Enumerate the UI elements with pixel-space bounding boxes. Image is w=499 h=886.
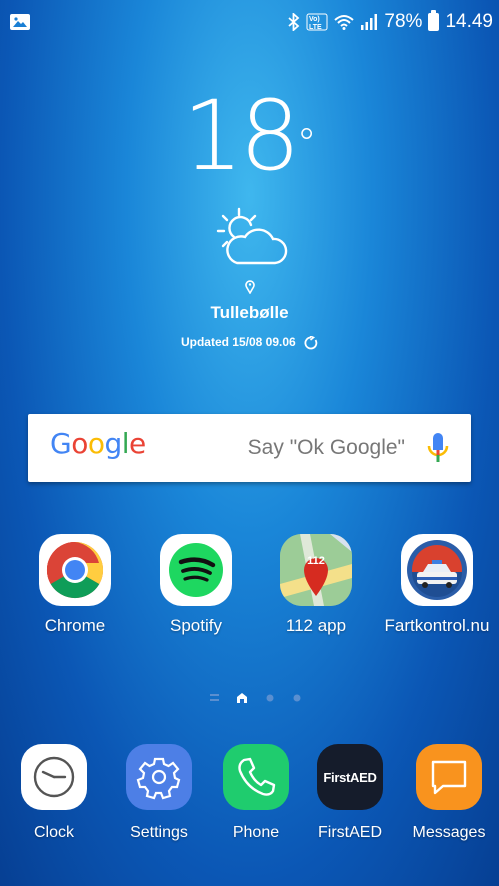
- app-label: 112 app: [285, 616, 347, 635]
- app-112[interactable]: 112 112 app: [261, 534, 371, 636]
- spotify-icon: [160, 534, 232, 606]
- clock-time: 14.49: [445, 11, 493, 32]
- settings-gear-icon: [126, 744, 192, 810]
- app-label: Messages: [412, 824, 486, 841]
- app-label: Chrome: [44, 616, 106, 635]
- signal-icon: [361, 14, 378, 30]
- page-dot: [266, 694, 274, 702]
- app-label: FirstAED: [318, 824, 382, 841]
- messages-icon: [416, 744, 482, 810]
- chrome-icon: [39, 534, 111, 606]
- app-fartkontrol[interactable]: Fartkontrol.nu: [382, 534, 492, 636]
- dock-messages[interactable]: Messages: [403, 744, 495, 842]
- app-label: Fartkontrol.nu: [384, 616, 490, 635]
- dock-phone[interactable]: Phone: [210, 744, 302, 842]
- google-logo: Google: [50, 427, 146, 460]
- phone-icon: [223, 744, 289, 810]
- svg-text:112: 112: [307, 555, 325, 567]
- search-hint: Say "Ok Google": [247, 436, 405, 459]
- app-label: Clock: [33, 824, 74, 841]
- app-label: Settings: [130, 824, 188, 841]
- battery-percent: 78%: [384, 11, 423, 32]
- google-search-bar[interactable]: Google Say "Ok Google": [28, 414, 471, 482]
- status-bar: Vo) LTE 78% 14.49: [0, 0, 499, 44]
- menu-page-icon: [210, 694, 219, 701]
- volte-icon: Vo) LTE: [306, 13, 328, 31]
- firstaed-icon: FirstAED: [317, 744, 383, 810]
- gallery-notification-icon: [10, 14, 30, 30]
- app-label: Spotify: [170, 616, 222, 635]
- page-indicator[interactable]: [0, 688, 499, 708]
- app-chrome[interactable]: Chrome: [20, 534, 130, 636]
- app-label: Phone: [232, 824, 280, 841]
- partly-sunny-icon: [216, 207, 288, 265]
- battery-icon: [428, 10, 440, 31]
- dock-clock[interactable]: Clock: [8, 744, 100, 842]
- app-spotify[interactable]: Spotify: [141, 534, 251, 636]
- microphone-icon[interactable]: [427, 431, 449, 465]
- updated-text: Updated 15/08 09.06: [180, 335, 296, 349]
- wifi-icon: [334, 15, 355, 30]
- refresh-icon[interactable]: [304, 335, 318, 350]
- weather-updated: Updated 15/08 09.06: [0, 335, 499, 350]
- home-screen: Vo) LTE 78% 14.49 18° Tullebølle Updated…: [0, 0, 499, 886]
- bluetooth-icon: [288, 13, 300, 31]
- clock-icon: [21, 744, 87, 810]
- status-right: Vo) LTE 78% 14.49: [288, 10, 493, 33]
- police-car-icon: [401, 534, 473, 606]
- page-dot: [293, 694, 301, 702]
- 112-map-icon: 112: [280, 534, 352, 606]
- dock-firstaed[interactable]: FirstAED FirstAED: [304, 744, 396, 842]
- weather-location: Tullebølle: [210, 303, 289, 322]
- location-pin-icon: [245, 280, 255, 294]
- temperature: 18°: [182, 80, 317, 192]
- svg-text:Vo): Vo): [309, 16, 320, 23]
- dock-settings[interactable]: Settings: [113, 744, 205, 842]
